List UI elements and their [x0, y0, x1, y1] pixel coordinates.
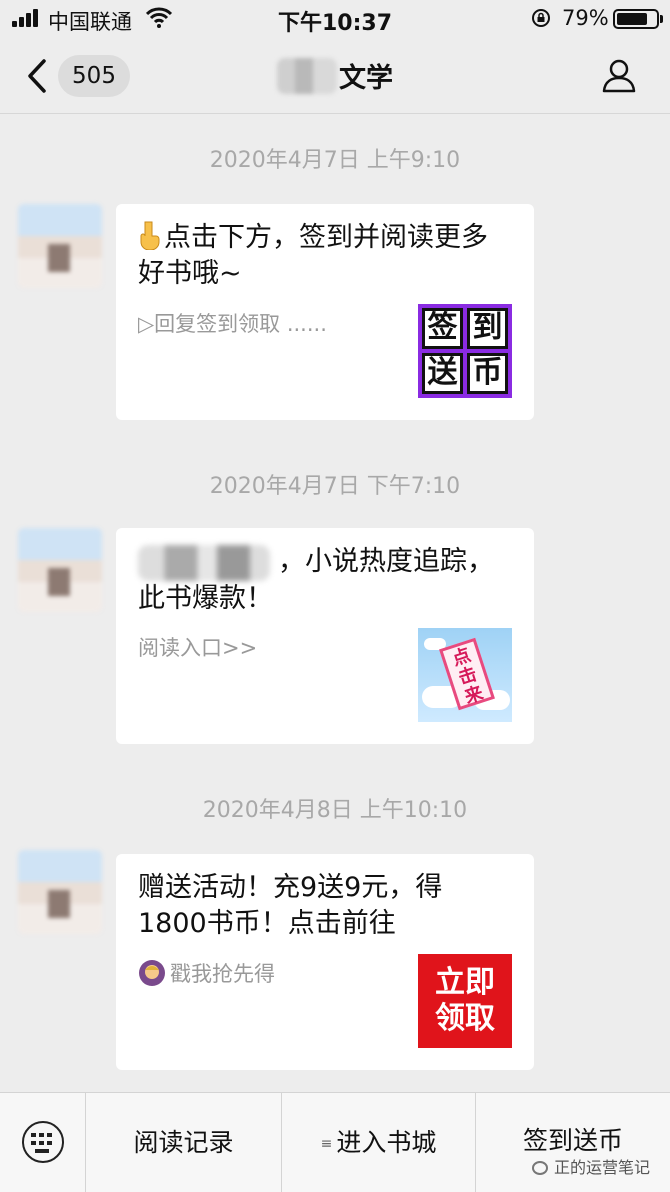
menu-enter-bookstore[interactable]: ≡ 进入书城: [282, 1093, 476, 1192]
article-description: 阅读入口>>: [138, 636, 258, 660]
chat-header: 505 文学: [0, 38, 670, 114]
rotation-lock-icon: [532, 9, 550, 27]
menu-label: 阅读记录: [133, 1128, 234, 1157]
pointing-down-icon: [138, 220, 160, 251]
woman-emoji-icon: [139, 960, 165, 986]
thumb-label: 到: [467, 308, 508, 349]
claim-now-thumbnail: 立即 领取: [418, 954, 512, 1048]
battery-icon: [613, 9, 659, 29]
thumb-label: 送: [422, 353, 463, 394]
avatar[interactable]: [18, 850, 102, 934]
thumb-label: 币: [467, 353, 508, 394]
thumb-label: 签: [422, 308, 463, 349]
watermark: 正的运营笔记: [532, 1154, 650, 1178]
menu-label: 签到送币: [522, 1126, 623, 1155]
claim-line: 领取: [435, 1001, 495, 1036]
blurred-book-name: [138, 544, 270, 581]
article-card[interactable]: 赠送活动！充9送9元，得1800书币！点击前往 戳我抢先得 立即 领取: [116, 854, 534, 1070]
article-card[interactable]: ，小说热度追踪，此书爆款！ 阅读入口>> 点击来: [116, 528, 534, 744]
wechat-icon: [532, 1161, 548, 1175]
blurred-title-prefix: [277, 57, 337, 94]
claim-line: 立即: [435, 965, 495, 1000]
chat-title: 文学: [0, 56, 670, 95]
submenu-icon: ≡: [320, 1136, 333, 1152]
status-bar: 中国联通 下午10:37 79%: [0, 0, 670, 38]
keyboard-toggle-button[interactable]: [0, 1093, 86, 1192]
sign-in-thumbnail: 签 到 送 币: [418, 304, 512, 398]
menu-label: 进入书城: [336, 1128, 437, 1157]
avatar[interactable]: [18, 528, 102, 612]
message-timestamp: 2020年4月7日 上午9:10: [209, 148, 461, 173]
message-timestamp: 2020年4月8日 上午10:10: [202, 798, 468, 823]
article-card[interactable]: 点击下方，签到并阅读更多好书哦~ ▷回复签到领取 ...... 签 到 送 币: [116, 204, 534, 420]
article-title: 赠送活动！充9送9元，得1800书币！点击前往: [138, 872, 443, 939]
profile-icon[interactable]: [600, 56, 638, 94]
click-here-thumbnail: 点击来: [418, 628, 512, 722]
article-title-text: 点击下方，签到并阅读更多好书哦~: [138, 222, 488, 289]
article-title: 点击下方，签到并阅读更多好书哦~: [138, 220, 498, 292]
battery-tip: [660, 15, 663, 23]
article-description: ▷回复签到领取 ......: [138, 312, 327, 336]
message-timestamp: 2020年4月7日 下午7:10: [209, 474, 461, 499]
menu-reading-history[interactable]: 阅读记录: [86, 1093, 282, 1192]
watermark-text: 正的运营笔记: [554, 1158, 651, 1177]
chat-title-text: 文学: [339, 63, 393, 94]
avatar[interactable]: [18, 204, 102, 288]
keyboard-icon: [22, 1121, 64, 1163]
article-title: ，小说热度追踪，此书爆款！: [138, 544, 498, 617]
article-description: 戳我抢先得: [138, 958, 275, 988]
battery-percent: 79%: [562, 6, 609, 30]
article-description-text: 戳我抢先得: [170, 962, 275, 986]
